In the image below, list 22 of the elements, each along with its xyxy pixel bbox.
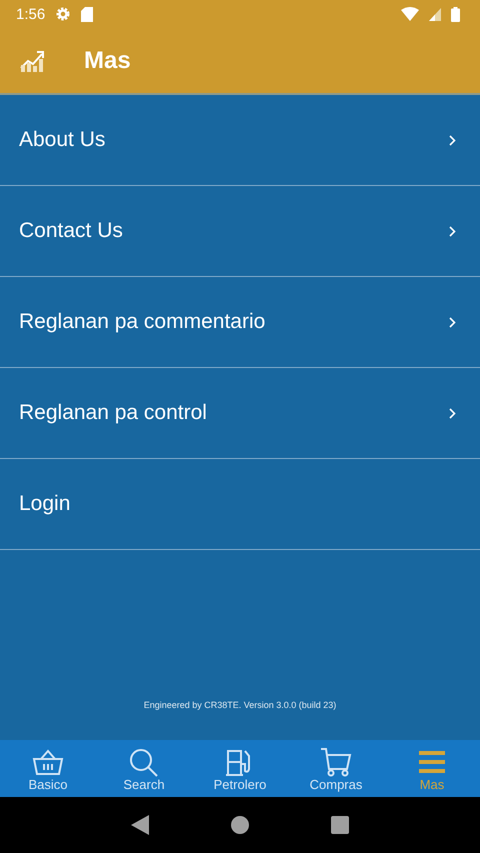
wifi-icon <box>401 7 419 21</box>
nav-tab[interactable]: Compras <box>288 740 384 797</box>
back-icon[interactable] <box>131 815 149 835</box>
nav-tab[interactable]: Basico <box>0 740 96 797</box>
home-icon[interactable] <box>231 816 249 834</box>
battery-icon <box>451 6 460 22</box>
menu-item[interactable]: Reglanan pa commentario <box>0 277 480 368</box>
gear-icon <box>55 6 72 22</box>
menu-item[interactable]: Login <box>0 459 480 550</box>
version-text: Engineered by CR38TE. Version 3.0.0 (build 23) <box>144 700 336 710</box>
menu-item[interactable]: Contact Us <box>0 186 480 277</box>
status-time: 1:56 <box>16 6 46 22</box>
nav-tab[interactable]: Petrolero <box>192 740 288 797</box>
screen-title: Mas <box>84 46 131 74</box>
menu-item[interactable]: About Us <box>0 95 480 186</box>
signal-icon <box>429 8 441 20</box>
nav-tab[interactable]: Search <box>96 740 192 797</box>
menu-item[interactable]: Reglanan pa control <box>0 368 480 459</box>
sd-card-icon <box>81 6 94 22</box>
chart-icon <box>20 50 44 72</box>
cart-icon <box>319 747 353 777</box>
basket-icon <box>31 747 65 777</box>
